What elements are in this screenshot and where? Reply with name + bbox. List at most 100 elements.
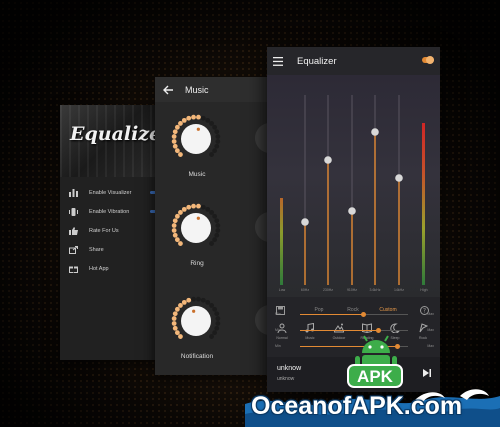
knob-body[interactable] <box>181 124 211 154</box>
knob-tick <box>178 121 183 126</box>
drawer-item-hot-app[interactable]: Hot App <box>60 259 160 278</box>
knob-tick <box>178 152 183 157</box>
knob-tick <box>191 296 196 302</box>
knob-tick <box>181 206 187 212</box>
knob-tick <box>196 296 201 302</box>
band-thumb[interactable] <box>348 207 356 215</box>
equalizer-header: Equalizer <box>267 47 440 75</box>
knob-tick <box>178 303 183 308</box>
effect-label: Music <box>305 336 315 340</box>
knob-tick <box>174 124 180 130</box>
banner-title: Equalizer <box>70 123 160 145</box>
knob-tick <box>178 334 183 339</box>
knob-tick <box>215 316 221 321</box>
knob-body[interactable] <box>181 213 211 243</box>
notification-volume-knob[interactable] <box>170 295 222 347</box>
thumbs-up-icon <box>68 226 78 236</box>
knob-tick <box>215 139 221 144</box>
slider-max-label: Max <box>427 344 434 348</box>
knob-tick <box>209 334 214 339</box>
knob-tick <box>209 121 214 126</box>
knob-tick <box>171 134 177 139</box>
ring-knob-label: Ring <box>190 260 204 267</box>
knob-tick <box>196 114 201 120</box>
next-track-icon[interactable] <box>422 368 432 378</box>
menu-icon[interactable] <box>273 55 285 67</box>
song-artist: unknow <box>277 376 295 382</box>
band-label: 60Hz <box>300 288 310 292</box>
knob-tick <box>214 232 220 238</box>
offscreen-knob <box>255 123 267 153</box>
slider-max-label: Max <box>427 312 434 316</box>
knob-tick <box>172 129 178 135</box>
bass-boost-slider[interactable]: Min Max <box>267 309 440 319</box>
knob-tick <box>174 148 180 154</box>
knob-tick <box>212 330 218 336</box>
song-title: unknow <box>277 365 302 372</box>
volume-header: Music <box>155 77 267 102</box>
slider-fill <box>300 314 363 315</box>
knob-tick <box>209 210 214 215</box>
equalizer-title: Equalizer <box>297 55 337 67</box>
knob-tick <box>205 299 211 305</box>
knob-tick <box>191 203 196 209</box>
knob-tick <box>215 228 221 233</box>
equalizer-bands <box>280 95 425 285</box>
knob-tick <box>212 237 218 243</box>
knob-tick <box>200 297 206 303</box>
knob-tick <box>186 115 192 121</box>
band-label: 14kHz <box>394 288 404 292</box>
knob-body[interactable] <box>181 306 211 336</box>
slider-track[interactable] <box>300 328 408 333</box>
knob-tick <box>186 297 192 303</box>
knob-tick <box>214 143 220 149</box>
knob-tick <box>174 330 180 336</box>
knob-tick <box>209 241 214 246</box>
slider-track[interactable] <box>300 312 408 317</box>
virtualizer-slider[interactable]: Min Max <box>267 325 440 335</box>
back-arrow-icon[interactable] <box>163 84 175 96</box>
band-thumb[interactable] <box>301 218 309 226</box>
knob-tick <box>174 213 180 219</box>
music-volume-knob[interactable] <box>170 113 222 165</box>
effect-label: Rock <box>419 336 427 340</box>
knob-tick <box>171 139 177 144</box>
knob-tick <box>215 321 221 326</box>
knob-tick <box>181 117 187 123</box>
slider-min-label: Min <box>275 328 281 332</box>
knob-tick <box>214 129 220 135</box>
slider-fill <box>300 330 378 331</box>
knob-tick <box>172 218 178 224</box>
offscreen-knob <box>255 305 267 335</box>
drawer-item-share[interactable]: Share <box>60 240 160 259</box>
band-label: High <box>420 288 428 292</box>
slider-thumb[interactable] <box>360 312 366 317</box>
knob-tick <box>172 311 178 317</box>
drawer-item-label: Rate For Us <box>89 227 119 234</box>
ring-volume-knob[interactable] <box>170 202 222 254</box>
volume-screen: Music Music Ring Notification <box>155 77 267 375</box>
band-thumb[interactable] <box>371 128 379 136</box>
knob-tick <box>200 204 206 210</box>
drawer-item-visualizer[interactable]: Enable Visualizer <box>60 183 160 202</box>
left-level-meter <box>280 198 283 285</box>
band-label: Low <box>278 288 286 292</box>
slider-thumb[interactable] <box>375 328 381 333</box>
drawer-item-label: Enable Vibration <box>89 208 130 215</box>
knob-tick <box>171 223 177 228</box>
equalizer-band-area <box>267 75 440 297</box>
knob-tick <box>205 206 211 212</box>
knob-tick <box>209 303 214 308</box>
drawer-item-vibration[interactable]: Enable Vibration <box>60 202 160 221</box>
equalizer-power-switch[interactable] <box>422 56 434 64</box>
knob-pointer <box>192 309 196 313</box>
band-thumb[interactable] <box>324 156 332 164</box>
share-icon <box>68 245 78 255</box>
drawer-item-rate[interactable]: Rate For Us <box>60 221 160 240</box>
music-knob-label: Music <box>188 171 206 178</box>
knob-tick <box>181 299 187 305</box>
android-apk-logo: APK <box>347 335 403 388</box>
knob-tick <box>191 114 196 120</box>
knob-tick <box>212 148 218 154</box>
band-thumb[interactable] <box>395 174 403 182</box>
